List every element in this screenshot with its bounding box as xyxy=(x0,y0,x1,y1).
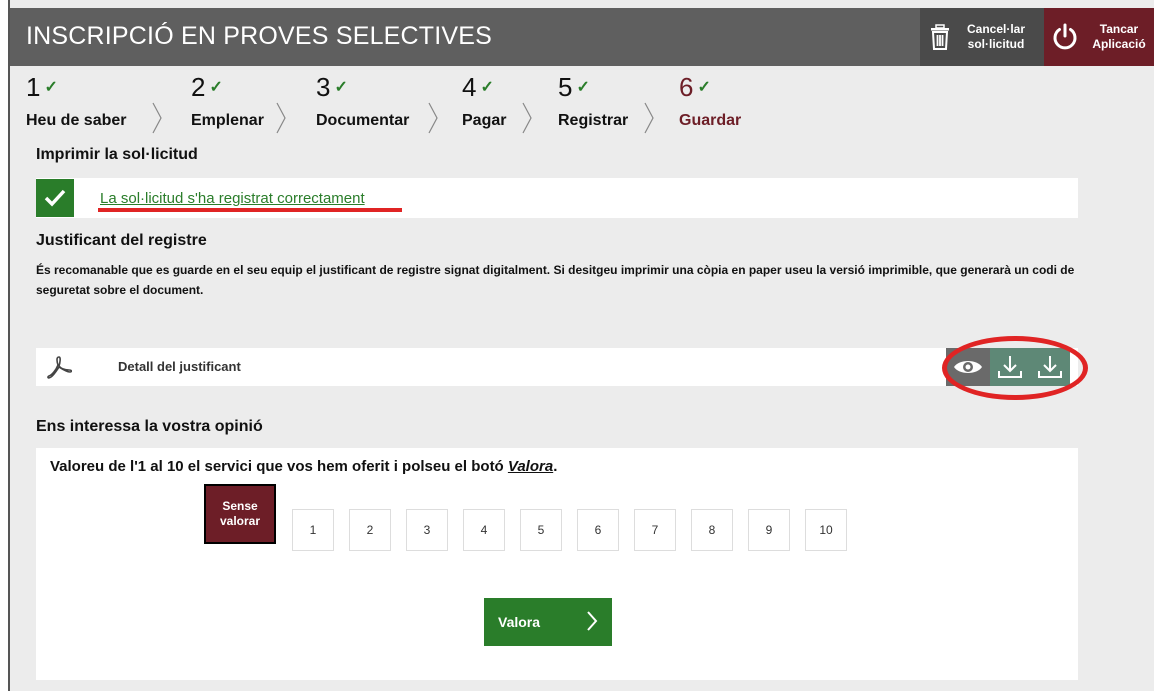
submit-rating-label: Valora xyxy=(498,614,541,630)
check-icon: ✓ xyxy=(480,79,494,96)
cancel-label-line1: Cancel·lar xyxy=(966,22,1026,36)
pdf-icon xyxy=(47,356,72,379)
trash-icon xyxy=(920,24,960,50)
step-2[interactable]: 2 ✓ Emplenar xyxy=(191,72,286,134)
cancel-request-button[interactable]: Cancel·lar sol·licitud xyxy=(920,8,1044,66)
chevron-right-icon xyxy=(276,102,286,134)
check-icon: ✓ xyxy=(44,79,58,96)
document-label: Detall del justificant xyxy=(118,359,241,374)
cancel-label-line2: sol·licitud xyxy=(967,37,1025,51)
score-option[interactable]: 10 xyxy=(805,509,847,551)
success-banner: La sol·licitud s'ha registrat correctame… xyxy=(36,178,1078,218)
score-option[interactable]: 6 xyxy=(577,509,619,551)
step-number: 2 xyxy=(191,72,206,102)
close-app-button[interactable]: Tancar Aplicació xyxy=(1044,8,1154,66)
step-5[interactable]: 5 ✓ Registrar xyxy=(558,72,654,134)
step-4[interactable]: 4 ✓ Pagar xyxy=(462,72,532,134)
check-icon: ✓ xyxy=(576,79,590,96)
score-option[interactable]: 3 xyxy=(406,509,448,551)
step-3[interactable]: 3 ✓ Documentar xyxy=(316,72,438,134)
opinion-section-title: Ens interessa la vostra opinió xyxy=(36,418,263,435)
no-rating-line2: valorar xyxy=(219,514,261,528)
step-number: 3 xyxy=(316,72,331,102)
success-message[interactable]: La sol·licitud s'ha registrat correctame… xyxy=(100,190,365,207)
annotation-circle xyxy=(942,336,1088,400)
rating-question-suffix: . xyxy=(553,458,558,475)
step-label: Heu de saber xyxy=(26,112,127,129)
chevron-right-icon xyxy=(522,102,532,134)
step-number: 4 xyxy=(462,72,477,102)
app-window: INSCRIPCIÓ EN PROVES SELECTIVES Cancel·l… xyxy=(8,0,1154,691)
chevron-right-icon xyxy=(644,102,654,134)
score-option[interactable]: 7 xyxy=(634,509,676,551)
submit-rating-button[interactable]: Valora xyxy=(484,598,612,646)
step-label: Guardar xyxy=(679,112,742,129)
step-number: 5 xyxy=(558,72,573,102)
check-icon: ✓ xyxy=(697,79,711,96)
app-header: INSCRIPCIÓ EN PROVES SELECTIVES Cancel·l… xyxy=(10,8,1154,66)
no-rating-line1: Sense xyxy=(222,499,258,513)
score-option[interactable]: 9 xyxy=(748,509,790,551)
score-option[interactable]: 2 xyxy=(349,509,391,551)
chevron-right-icon xyxy=(428,102,438,134)
score-option[interactable]: 8 xyxy=(691,509,733,551)
checkmark-icon xyxy=(36,179,74,217)
chevron-right-icon xyxy=(587,611,598,631)
step-number: 1 xyxy=(26,72,41,102)
step-number: 6 xyxy=(679,72,694,102)
power-icon xyxy=(1044,23,1086,51)
step-label: Documentar xyxy=(316,112,410,129)
rating-question-text: Valoreu de l'1 al 10 el servici que vos … xyxy=(50,458,508,475)
check-icon: ✓ xyxy=(209,79,223,96)
print-section-title: Imprimir la sol·licitud xyxy=(36,146,198,163)
valora-link[interactable]: Valora xyxy=(508,458,553,475)
score-option[interactable]: 4 xyxy=(463,509,505,551)
annotation-underline xyxy=(98,208,402,212)
no-rating-button[interactable]: Sense valorar xyxy=(204,484,276,544)
step-label: Pagar xyxy=(462,112,507,129)
score-option[interactable]: 1 xyxy=(292,509,334,551)
step-label: Emplenar xyxy=(191,112,264,129)
step-1[interactable]: 1 ✓ Heu de saber xyxy=(26,72,162,134)
receipt-document-row: Detall del justificant xyxy=(36,348,1078,386)
step-6[interactable]: 6 ✓ Guardar xyxy=(679,72,741,129)
score-option[interactable]: 5 xyxy=(520,509,562,551)
step-label: Registrar xyxy=(558,112,629,129)
check-icon: ✓ xyxy=(334,79,348,96)
receipt-section-title: Justificant del registre xyxy=(36,232,207,249)
chevron-right-icon xyxy=(152,102,162,134)
close-label-line2: Aplicació xyxy=(1092,37,1146,51)
rating-panel: Valoreu de l'1 al 10 el servici que vos … xyxy=(36,448,1078,680)
rating-question: Valoreu de l'1 al 10 el servici que vos … xyxy=(50,458,557,475)
close-label-line1: Tancar xyxy=(1099,22,1139,36)
receipt-description: És recomanable que es guarde en el seu e… xyxy=(36,263,1075,297)
page-title: INSCRIPCIÓ EN PROVES SELECTIVES xyxy=(26,22,493,50)
